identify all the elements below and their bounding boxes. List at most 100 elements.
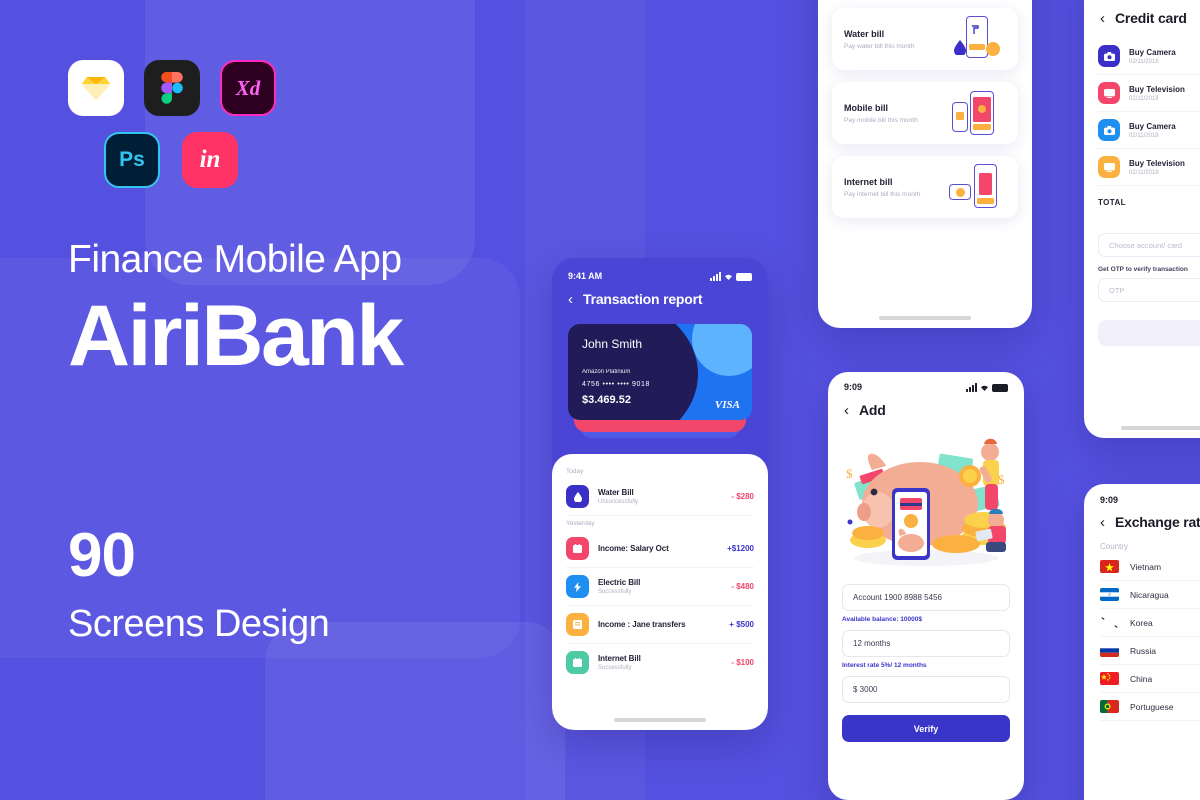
home-indicator: [614, 718, 706, 722]
country-name: Korea: [1130, 617, 1153, 628]
card-stack[interactable]: John Smith Amazon Platinium 4756 •••• ••…: [568, 324, 752, 439]
status-time: 9:41 AM: [568, 271, 603, 281]
otp-label: Get OTP to verify transaction: [1098, 266, 1188, 273]
invision-label: in: [199, 146, 221, 173]
bill-title: Mobile bill: [844, 102, 888, 113]
bill-card[interactable]: Mobile bill Pay mobile bill this month: [832, 82, 1018, 144]
transaction-row[interactable]: Internet Bill Successfully - $100: [566, 644, 754, 681]
chevron-left-icon[interactable]: ‹: [1100, 11, 1105, 26]
bills-list: Water bill Pay water bill this month Mob…: [818, 0, 1032, 218]
transaction-status: Successfully: [598, 665, 632, 671]
hero-subtitle: Finance Mobile App: [68, 238, 402, 281]
credit-card-title: Credit card: [1115, 10, 1187, 26]
camera-icon: [1098, 45, 1120, 67]
transaction-amount: +$1200: [727, 544, 754, 553]
camera-icon: [1098, 119, 1120, 141]
country-row[interactable]: Vietnam: [1100, 553, 1200, 581]
credit-card-item-title: Buy Television: [1129, 84, 1185, 94]
credit-card-item[interactable]: Buy Camera 02/11/2018: [1098, 38, 1200, 75]
transaction-title: Income: Salary Oct: [598, 544, 669, 553]
document-icon: [566, 613, 589, 636]
credit-card-item[interactable]: Buy Camera 02/11/2018: [1098, 112, 1200, 149]
pay-button[interactable]: Pay: [1098, 320, 1200, 346]
signal-icon: [966, 382, 977, 392]
transaction-group-day: Today: [566, 468, 584, 475]
credit-card-visual[interactable]: John Smith Amazon Platinium 4756 •••• ••…: [568, 324, 752, 420]
korea-flag: [1100, 616, 1119, 629]
add-title: Add: [859, 402, 886, 418]
sketch-icon: [68, 60, 124, 116]
transaction-navbar: ‹ Transaction report: [552, 284, 768, 314]
account-input[interactable]: Account 1900 8988 5456: [842, 584, 1010, 611]
transaction-title: Internet Bill: [598, 654, 641, 663]
credit-card-transactions: Buy Camera 02/11/2018 Buy Television 02/…: [1084, 32, 1200, 207]
status-time: 9:09: [844, 382, 863, 392]
chevron-left-icon[interactable]: ‹: [844, 403, 849, 418]
battery-icon: [736, 272, 752, 281]
verify-button[interactable]: Verify: [842, 715, 1010, 742]
otp-input[interactable]: OTP: [1098, 278, 1200, 302]
transaction-row[interactable]: Water Bill Unsuccessfully - $280: [566, 478, 754, 516]
photoshop-label: Ps: [119, 148, 145, 171]
status-bar: 9:09: [1084, 484, 1200, 508]
status-time: 9:09: [1100, 494, 1119, 505]
bolt-icon: [566, 575, 589, 598]
transaction-row[interactable]: Income: Salary Oct +$1200: [566, 530, 754, 568]
transaction-text: Water Bill Unsuccessfully: [598, 488, 722, 505]
account-value: Account 1900 8988 5456: [853, 593, 942, 602]
chevron-left-icon[interactable]: ‹: [1100, 515, 1105, 530]
signal-icon: [710, 271, 721, 281]
water-drop-icon: [566, 485, 589, 508]
account-select-input[interactable]: Choose account/ card: [1098, 233, 1200, 257]
transaction-amount: + $500: [729, 620, 754, 629]
water-bill-illustration: [944, 14, 1006, 64]
card-balance: $3.469.52: [582, 394, 631, 406]
card-brand-name: Amazon Platinium: [582, 369, 631, 375]
transaction-status: Successfully: [598, 589, 632, 595]
chevron-left-icon[interactable]: ‹: [568, 292, 573, 307]
calendar-icon: [566, 537, 589, 560]
country-name: Vietnam: [1130, 561, 1162, 572]
credit-card-item[interactable]: Buy Television 02/11/2018: [1098, 75, 1200, 112]
visa-logo: VISA: [714, 399, 740, 411]
transaction-row[interactable]: Income : Jane transfers + $500: [566, 606, 754, 644]
add-navbar: ‹ Add: [828, 396, 1024, 424]
status-bar: 9:41 AM: [552, 258, 768, 284]
credit-card-item-date: 02/11/2018: [1129, 169, 1159, 176]
tool-badges-row-2: Ps in: [104, 132, 538, 188]
country-row[interactable]: China: [1100, 665, 1200, 693]
bill-card[interactable]: Water bill Pay water bill this month: [832, 8, 1018, 70]
country-row[interactable]: Russia: [1100, 637, 1200, 665]
bill-text: Internet bill Pay internet bill this mon…: [844, 177, 920, 198]
credit-card-item-text: Buy Camera 02/11/2018: [1129, 48, 1176, 65]
wifi-icon: [725, 274, 732, 280]
country-row[interactable]: Nicaragua: [1100, 581, 1200, 609]
card-number: 4756 •••• •••• 9018: [582, 381, 650, 388]
account-select-placeholder: Choose account/ card: [1109, 240, 1182, 250]
vietnam-flag: [1100, 560, 1119, 573]
adobe-xd-label: Xd: [235, 75, 261, 100]
credit-card-item-date: 02/11/2018: [1129, 132, 1159, 139]
credit-card-item[interactable]: Buy Television 02/11/2018: [1098, 149, 1200, 186]
credit-card-item-date: 02/11/2018: [1129, 58, 1159, 65]
bill-subtitle: Pay water bill this month: [844, 42, 915, 50]
credit-card-item-text: Buy Television 02/11/2018: [1129, 159, 1185, 176]
home-indicator: [1120, 426, 1200, 430]
country-row[interactable]: Portuguese: [1100, 693, 1200, 721]
amount-input[interactable]: $ 3000: [842, 676, 1010, 703]
transaction-amount: - $100: [731, 658, 754, 667]
bill-card[interactable]: Internet bill Pay internet bill this mon…: [832, 156, 1018, 218]
battery-icon: [992, 383, 1008, 392]
transaction-title: Income : Jane transfers: [598, 620, 686, 629]
nicaragua-flag: [1100, 588, 1119, 601]
internet-bill-illustration: [944, 162, 1006, 212]
transaction-row[interactable]: Electric Bill Successfully - $480: [566, 568, 754, 606]
country-column-label: Country: [1100, 542, 1129, 551]
transaction-report-screen: 9:41 AM ‹ Transaction report John Smith …: [552, 258, 768, 730]
bills-screen: Water bill Pay water bill this month Mob…: [818, 0, 1032, 328]
television-icon: [1098, 82, 1120, 104]
country-row[interactable]: Korea: [1100, 609, 1200, 637]
screen-count: 90: [68, 521, 136, 590]
otp-placeholder: OTP: [1109, 285, 1125, 295]
term-input[interactable]: 12 months: [842, 630, 1010, 657]
